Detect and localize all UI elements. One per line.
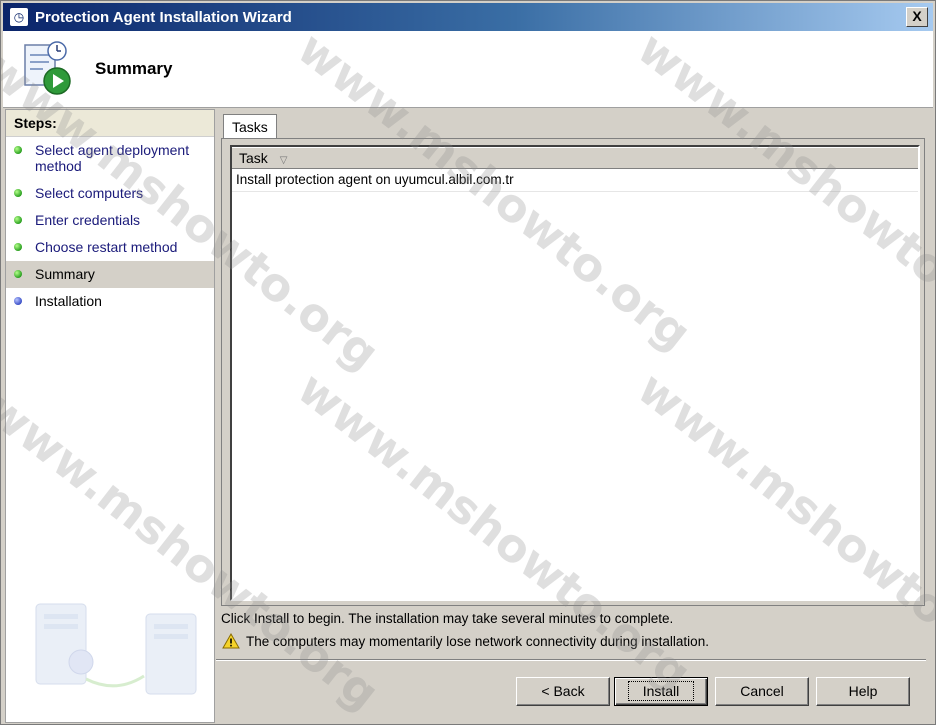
step-complete-icon <box>14 270 22 278</box>
warning-message: The computers may momentarily lose netwo… <box>222 633 709 649</box>
step-label: Select agent deployment method <box>35 142 190 174</box>
step-label: Summary <box>35 266 95 282</box>
cancel-button[interactable]: Cancel <box>715 677 809 706</box>
tab-tasks[interactable]: Tasks <box>223 114 277 139</box>
step-label: Choose restart method <box>35 239 178 255</box>
step-choose-restart-method: Choose restart method <box>6 234 214 261</box>
warning-icon <box>222 633 240 649</box>
step-complete-icon <box>14 189 22 197</box>
step-select-deployment-method: Select agent deployment method <box>6 137 214 180</box>
step-complete-icon <box>14 243 22 251</box>
wizard-header: Summary <box>3 31 933 108</box>
page-title: Summary <box>95 59 173 78</box>
task-column-header[interactable]: Task ▽ <box>232 147 918 169</box>
step-complete-icon <box>14 146 22 154</box>
step-label: Select computers <box>35 185 144 201</box>
step-select-computers: Select computers <box>6 180 214 207</box>
wizard-window: ◷ Protection Agent Installation Wizard X… <box>0 0 936 725</box>
step-installation: Installation <box>6 288 214 315</box>
install-button-label: Install <box>627 681 695 701</box>
step-pending-icon <box>14 297 22 305</box>
table-row[interactable]: Install protection agent on uyumcul.albi… <box>232 169 918 192</box>
sort-triangle-icon: ▽ <box>279 155 288 166</box>
title-bar[interactable]: ◷ Protection Agent Installation Wizard X <box>3 3 933 31</box>
footer-divider <box>216 659 926 661</box>
step-enter-credentials: Enter credentials <box>6 207 214 234</box>
warning-text: The computers may momentarily lose netwo… <box>246 633 709 649</box>
column-label: Task <box>239 150 268 166</box>
servers-decoration-icon <box>35 603 197 695</box>
step-label: Installation <box>35 293 102 309</box>
help-button[interactable]: Help <box>816 677 910 706</box>
steps-heading: Steps: <box>6 110 214 137</box>
back-button[interactable]: < Back <box>516 677 610 706</box>
step-complete-icon <box>14 216 22 224</box>
steps-pane: Steps: Select agent deployment method Se… <box>5 109 215 723</box>
window-title: Protection Agent Installation Wizard <box>35 8 292 26</box>
tasks-tab-panel: Task ▽ Install protection agent on uyumc… <box>221 138 925 606</box>
install-info-text: Click Install to begin. The installation… <box>221 611 674 626</box>
summary-play-icon <box>24 41 71 95</box>
step-label: Enter credentials <box>35 212 141 228</box>
close-button[interactable]: X <box>906 7 928 27</box>
step-summary: Summary <box>6 261 214 288</box>
clock-shield-icon: ◷ <box>9 7 29 27</box>
task-list[interactable]: Task ▽ Install protection agent on uyumc… <box>230 145 920 601</box>
install-button[interactable]: Install <box>614 677 708 706</box>
